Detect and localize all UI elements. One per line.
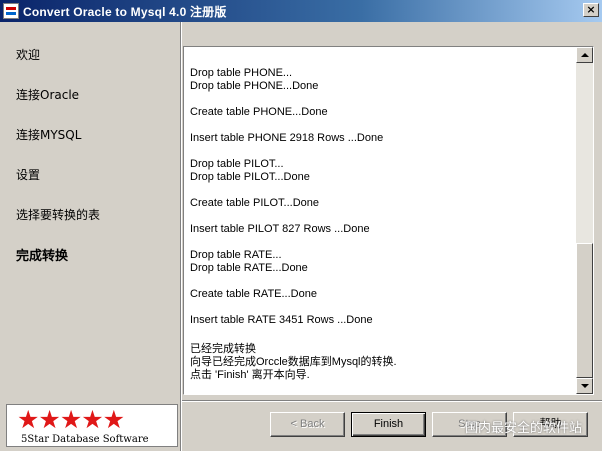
log-content: Drop table PHONE... Drop table PHONE...D… xyxy=(184,47,576,394)
log-line: Drop table PHONE...Done xyxy=(190,80,319,92)
window-title: Convert Oracle to Mysql 4.0 注册版 xyxy=(23,4,227,19)
log-line: Drop table RATE...Done xyxy=(190,262,308,274)
scroll-down-arrow-icon[interactable] xyxy=(576,378,593,394)
log-line: Insert table PHONE 2918 Rows ...Done xyxy=(190,132,384,144)
conversion-log[interactable]: Drop table PHONE... Drop table PHONE...D… xyxy=(183,46,594,395)
horizontal-divider xyxy=(182,400,602,402)
close-button[interactable]: × xyxy=(583,3,599,17)
log-line: Drop table PILOT...Done xyxy=(190,171,310,183)
log-line: Drop table PHONE... xyxy=(190,67,293,79)
scroll-up-arrow-icon[interactable] xyxy=(576,47,593,63)
step-settings: 设置 xyxy=(16,168,41,182)
app-icon xyxy=(3,3,19,19)
vendor-logo: ★★★★★ 5Star Database Software xyxy=(6,404,178,447)
watermark-text: 国内最安全的软件站 xyxy=(465,421,583,436)
step-welcome: 欢迎 xyxy=(16,48,41,62)
title-bar[interactable]: Convert Oracle to Mysql 4.0 注册版 × xyxy=(0,0,602,22)
header-panel xyxy=(182,22,602,44)
vendor-name: 5Star Database Software xyxy=(21,434,149,445)
step-connect-oracle: 连接Oracle xyxy=(16,88,80,102)
step-connect-mysql: 连接MYSQL xyxy=(16,128,82,142)
log-scrollbar[interactable] xyxy=(576,47,593,394)
wizard-steps-sidebar: 欢迎 连接Oracle 连接MYSQL 设置 选择要转换的表 完成转换 xyxy=(0,22,180,451)
log-line: Drop table RATE... xyxy=(190,249,282,261)
log-line: Drop table PILOT... xyxy=(190,158,284,170)
log-line: Create table RATE...Done xyxy=(190,288,317,300)
scrollbar-thumb[interactable] xyxy=(576,243,593,378)
log-line: 点击 'Finish' 离开本向导. xyxy=(190,369,310,381)
five-stars-icon: ★★★★★ xyxy=(17,405,125,434)
log-line: Create table PILOT...Done xyxy=(190,197,320,209)
vertical-divider xyxy=(180,22,182,451)
step-select-tables: 选择要转换的表 xyxy=(16,208,101,222)
back-button[interactable]: < Back xyxy=(270,412,345,437)
log-line: Insert table RATE 3451 Rows ...Done xyxy=(190,314,373,326)
log-line: Insert table PILOT 827 Rows ...Done xyxy=(190,223,370,235)
step-finish-conversion: 完成转换 xyxy=(16,249,69,264)
finish-button[interactable]: Finish xyxy=(351,412,426,437)
log-line: Create table PHONE...Done xyxy=(190,106,328,118)
